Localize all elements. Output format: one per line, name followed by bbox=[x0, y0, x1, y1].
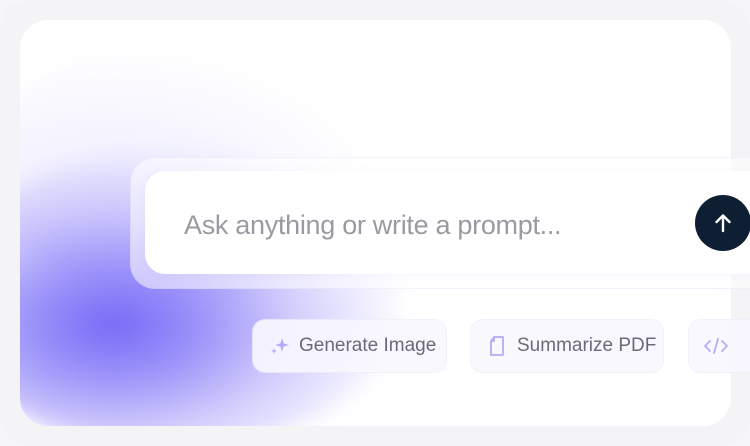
code-suggestion-button[interactable] bbox=[689, 320, 750, 372]
send-button[interactable] bbox=[695, 195, 750, 251]
document-icon bbox=[487, 334, 509, 358]
app-frame: Generate Image Summarize PDF bbox=[0, 0, 750, 446]
generate-image-button[interactable]: Generate Image bbox=[253, 320, 446, 372]
prompt-input[interactable] bbox=[182, 204, 666, 246]
generate-image-label: Generate Image bbox=[299, 335, 437, 356]
sparkles-icon bbox=[269, 335, 291, 357]
summarize-pdf-button[interactable]: Summarize PDF bbox=[471, 320, 663, 372]
arrow-up-icon bbox=[715, 214, 731, 233]
code-icon bbox=[703, 336, 729, 356]
summarize-pdf-label: Summarize PDF bbox=[517, 335, 657, 356]
